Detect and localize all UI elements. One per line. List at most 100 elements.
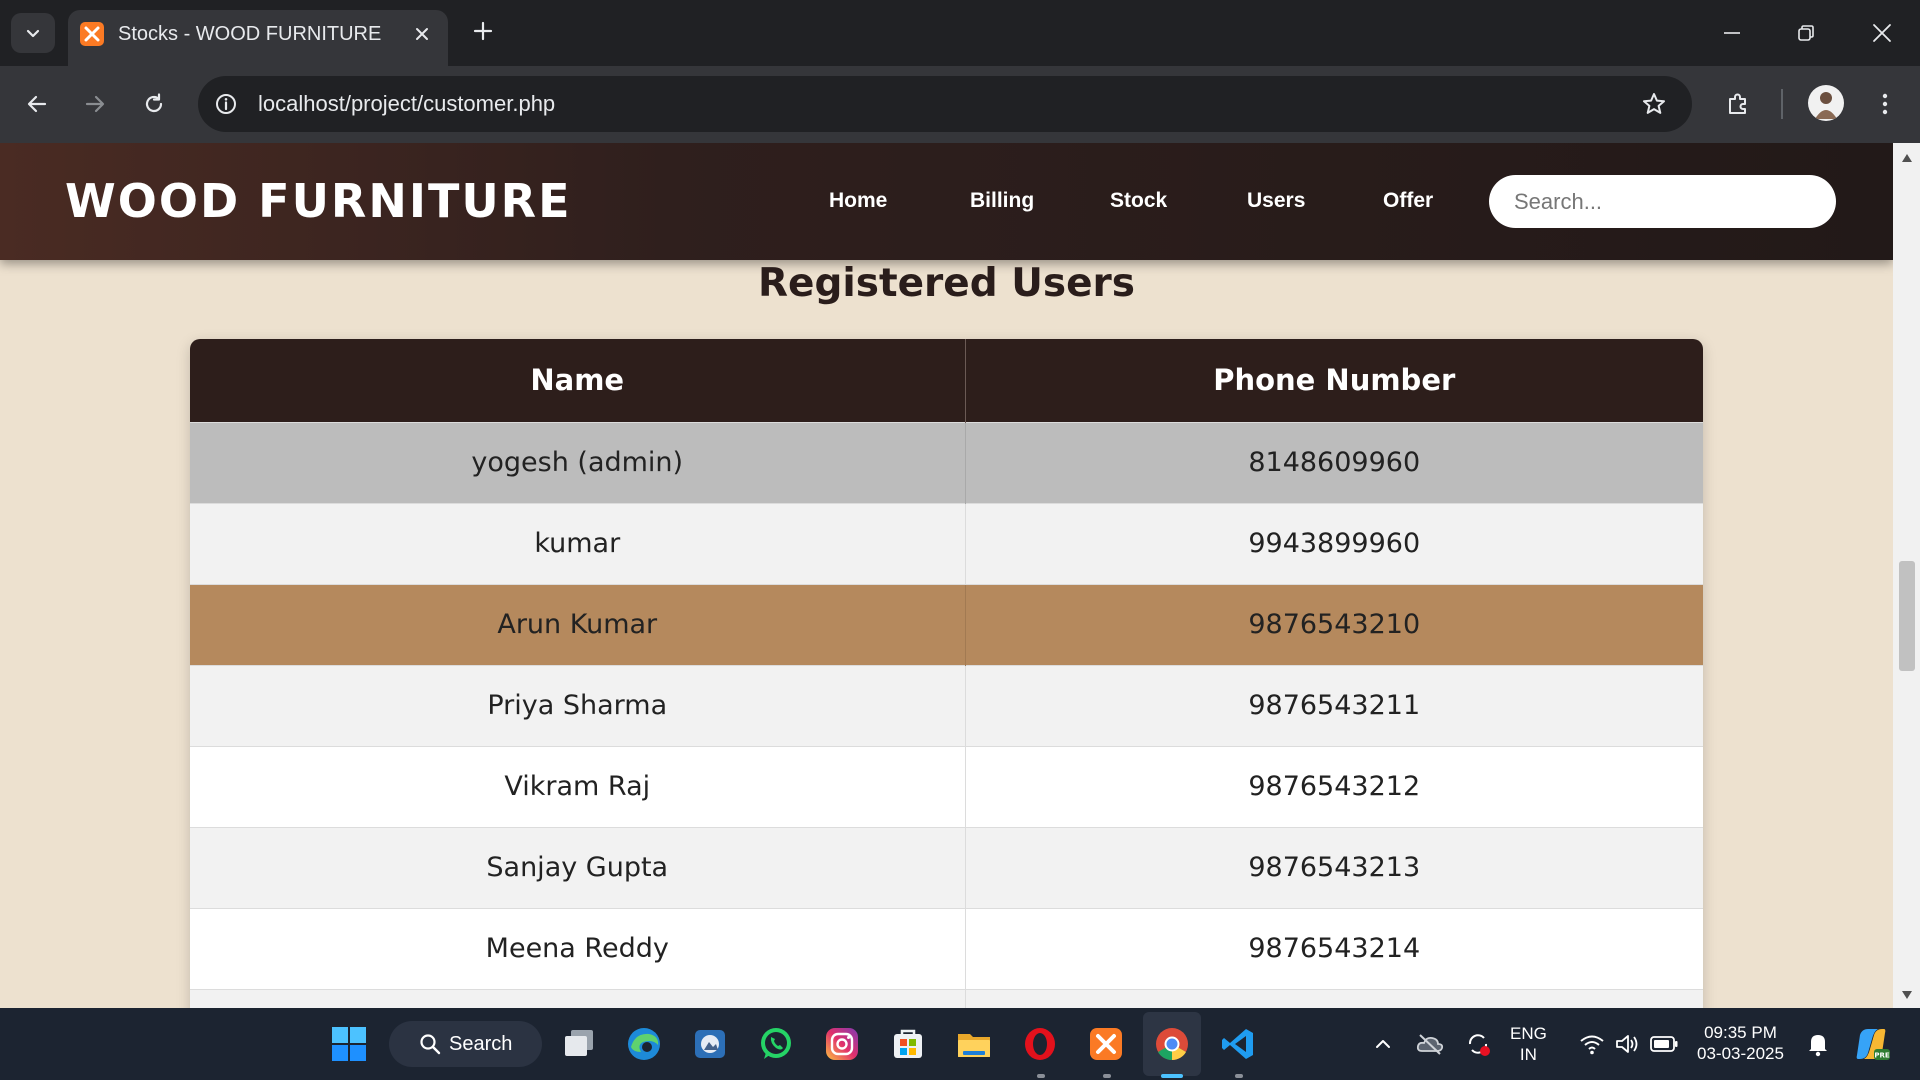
photos-icon[interactable] (690, 1024, 730, 1064)
chevron-down-icon (26, 29, 40, 38)
reload-button[interactable] (134, 84, 174, 124)
copilot-icon[interactable]: PRE (1851, 1024, 1891, 1064)
toolbar-divider (1781, 89, 1783, 119)
browser-tab-strip: Stocks - WOOD FURNITURE (0, 0, 1920, 66)
cell-phone: 9876543210 (965, 583, 1703, 665)
arrow-right-icon (85, 95, 105, 113)
active-tab[interactable]: Stocks - WOOD FURNITURE (68, 10, 448, 66)
scroll-down-arrow-icon[interactable] (1900, 988, 1914, 1002)
site-search-input[interactable] (1489, 175, 1836, 228)
nav-offer[interactable]: Offer (1383, 188, 1433, 214)
vscode-icon[interactable] (1218, 1024, 1258, 1064)
windows-start-icon[interactable] (329, 1024, 369, 1064)
browser-toolbar: localhost/project/customer.php (0, 66, 1920, 143)
instagram-icon[interactable] (822, 1024, 862, 1064)
notification-bell-icon[interactable] (1798, 1024, 1838, 1064)
app-active-indicator (1161, 1074, 1183, 1078)
file-explorer-icon[interactable] (954, 1024, 994, 1064)
table-row[interactable]: Priya Sharma 9876543211 (190, 664, 1703, 746)
user-avatar-icon (1815, 92, 1837, 119)
svg-text:PRE: PRE (1874, 1052, 1890, 1060)
arrow-left-icon (27, 95, 47, 113)
address-bar[interactable]: localhost/project/customer.php (198, 76, 1692, 132)
page-scrollbar[interactable] (1893, 143, 1920, 1008)
minimize-button[interactable] (1702, 8, 1762, 58)
close-window-button[interactable] (1852, 8, 1912, 58)
windows-taskbar: Search ENG IN 09:35 PM 03-03-2025 PRE (0, 1008, 1920, 1080)
language-region: IN (1519, 1045, 1537, 1064)
reload-icon (145, 93, 163, 113)
onedrive-offline-icon[interactable] (1410, 1024, 1450, 1064)
table-row[interactable]: Vikram Raj 9876543212 (190, 745, 1703, 827)
column-header-phone: Phone Number (965, 339, 1703, 422)
extensions-button[interactable] (1718, 84, 1758, 124)
browser-menu-button[interactable] (1865, 84, 1905, 124)
language-code: ENG (1510, 1024, 1547, 1043)
page-title: Registered Users (757, 261, 1136, 306)
tab-search-button[interactable] (11, 13, 55, 53)
cell-phone: 8148609960 (965, 421, 1703, 503)
task-view-icon[interactable] (559, 1024, 599, 1064)
xampp-icon[interactable] (1086, 1024, 1126, 1064)
page-viewport: WOOD FURNITURE Home Billing Stock Users … (0, 143, 1893, 1008)
wifi-icon[interactable] (1572, 1024, 1612, 1064)
table-row[interactable] (190, 988, 1703, 1008)
cell-name: Arun Kumar (190, 583, 966, 665)
battery-icon[interactable] (1644, 1024, 1684, 1064)
chevron-up-icon[interactable] (1363, 1024, 1403, 1064)
back-button[interactable] (17, 84, 57, 124)
app-running-indicator (1103, 1074, 1111, 1078)
table-row[interactable]: Meena Reddy 9876543214 (190, 907, 1703, 989)
nav-home[interactable]: Home (829, 188, 887, 214)
bookmark-star-icon[interactable] (1638, 88, 1670, 120)
more-vertical-icon (1882, 93, 1888, 115)
volume-icon[interactable] (1607, 1024, 1647, 1064)
sync-icon[interactable] (1458, 1024, 1498, 1064)
profile-avatar[interactable] (1808, 85, 1844, 121)
opera-icon[interactable] (1020, 1024, 1060, 1064)
site-logo-text[interactable]: WOOD FURNITURE (65, 173, 572, 229)
cell-name: kumar (190, 502, 966, 584)
search-icon (420, 1034, 441, 1055)
nav-billing[interactable]: Billing (970, 188, 1034, 214)
table-row[interactable]: kumar 9943899960 (190, 502, 1703, 584)
store-icon[interactable] (888, 1024, 928, 1064)
table-row[interactable]: Arun Kumar 9876543210 (190, 583, 1703, 665)
cell-phone: 9876543213 (965, 826, 1703, 908)
cell-phone: 9876543214 (965, 907, 1703, 989)
restore-button[interactable] (1776, 8, 1836, 58)
column-header-name: Name (190, 339, 966, 422)
restore-icon (1798, 25, 1814, 41)
url-text[interactable]: localhost/project/customer.php (258, 91, 555, 117)
language-indicator[interactable]: ENG IN (1510, 1023, 1547, 1065)
puzzle-icon (1729, 93, 1746, 114)
cell-name: Sanjay Gupta (190, 826, 966, 908)
scroll-up-arrow-icon[interactable] (1900, 151, 1914, 165)
edge-icon[interactable] (624, 1024, 664, 1064)
clock[interactable]: 09:35 PM 03-03-2025 (1697, 1022, 1784, 1064)
site-header: WOOD FURNITURE Home Billing Stock Users … (0, 143, 1893, 260)
cell-phone: 9876543211 (965, 664, 1703, 746)
table-row[interactable]: yogesh (admin) 8148609960 (190, 421, 1703, 503)
users-table: Name Phone Number yogesh (admin) 8148609… (190, 339, 1703, 1008)
tab-close-button[interactable] (408, 20, 436, 48)
close-icon (1873, 24, 1891, 42)
new-tab-button[interactable] (466, 14, 500, 48)
users-table-container: Name Phone Number yogesh (admin) 8148609… (190, 339, 1703, 1008)
chrome-icon[interactable] (1152, 1024, 1192, 1064)
site-info-icon[interactable] (212, 90, 240, 118)
nav-users[interactable]: Users (1247, 188, 1305, 214)
scrollbar-thumb[interactable] (1899, 561, 1915, 671)
table-header-row: Name Phone Number (190, 339, 1703, 422)
forward-button[interactable] (75, 84, 115, 124)
nav-stock[interactable]: Stock (1110, 188, 1167, 214)
cell-name: Priya Sharma (190, 664, 966, 746)
table-row[interactable]: Sanjay Gupta 9876543213 (190, 826, 1703, 908)
app-running-indicator (1037, 1074, 1045, 1078)
clock-time: 09:35 PM (1704, 1023, 1777, 1042)
xampp-favicon-icon (80, 22, 104, 46)
whatsapp-icon[interactable] (756, 1024, 796, 1064)
minimize-icon (1724, 32, 1740, 34)
taskbar-search-box[interactable]: Search (389, 1021, 542, 1067)
tab-title: Stocks - WOOD FURNITURE (118, 23, 382, 45)
